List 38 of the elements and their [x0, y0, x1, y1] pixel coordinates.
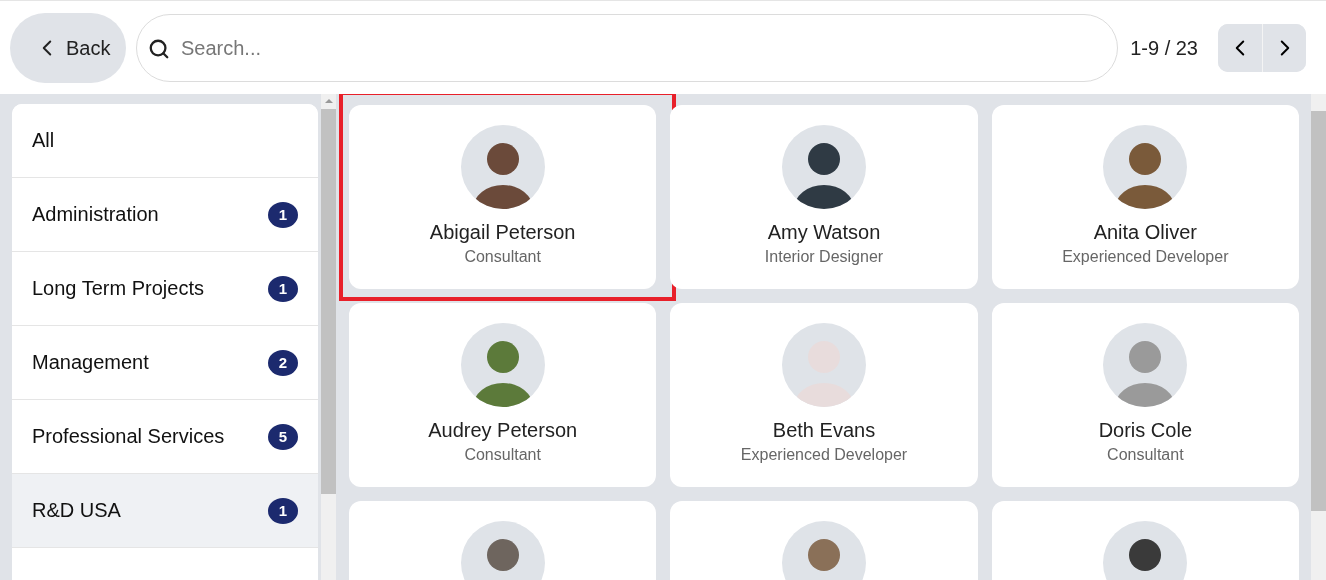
search-icon: [148, 38, 170, 60]
count-badge: 1: [268, 497, 298, 524]
count-badge: 1: [268, 201, 298, 228]
count-badge: 5: [268, 423, 298, 450]
employee-role: Interior Designer: [764, 248, 884, 266]
employee-name: Audrey Peterson: [428, 419, 578, 442]
employee-card[interactable]: Doris Cole Consultant: [991, 303, 1299, 487]
category-label: R&D USA: [32, 499, 121, 522]
employee-name: Abigail Peterson: [429, 221, 576, 244]
employee-card[interactable]: Amy Watson Interior Designer: [670, 105, 978, 289]
employee-name: Beth Evans: [772, 419, 876, 442]
category-label: Long Term Projects: [32, 277, 204, 300]
employee-role: Experienced Developer: [1062, 248, 1229, 266]
employee-role: Consultant: [464, 248, 541, 266]
employee-role: Consultant: [464, 446, 541, 464]
employee-name: Doris Cole: [1098, 419, 1192, 442]
employee-card[interactable]: Abigail Peterson Consultant: [349, 105, 657, 289]
employee-card[interactable]: Audrey Peterson Consultant: [349, 303, 657, 487]
pager-count: 1-9 / 23: [1130, 36, 1198, 60]
scrollbar[interactable]: [321, 94, 336, 580]
category-label: All: [32, 129, 55, 152]
search-field[interactable]: Search...: [136, 14, 1119, 82]
employee-role: Experienced Developer: [740, 446, 908, 464]
employee-name: Amy Watson: [767, 221, 881, 244]
scrollbar[interactable]: [1311, 94, 1326, 580]
sidebar-item[interactable]: R&D USA 1: [12, 474, 318, 548]
category-label: Administration: [32, 203, 159, 226]
category-label: Management: [32, 351, 149, 374]
sidebar-item[interactable]: All: [12, 104, 318, 178]
back-button[interactable]: Back: [10, 13, 126, 83]
employee-card[interactable]: Beth Evans Experienced Developer: [670, 303, 978, 487]
count-badge: 1: [268, 275, 298, 302]
next-page-button[interactable]: [1262, 24, 1306, 72]
employee-name: Anita Oliver: [1093, 221, 1197, 244]
count-badge: 2: [268, 349, 298, 376]
employee-card[interactable]: Anita Oliver Experienced Developer: [991, 105, 1299, 289]
category-label: Professional Services: [32, 425, 225, 448]
employee-role: Consultant: [1107, 446, 1184, 464]
